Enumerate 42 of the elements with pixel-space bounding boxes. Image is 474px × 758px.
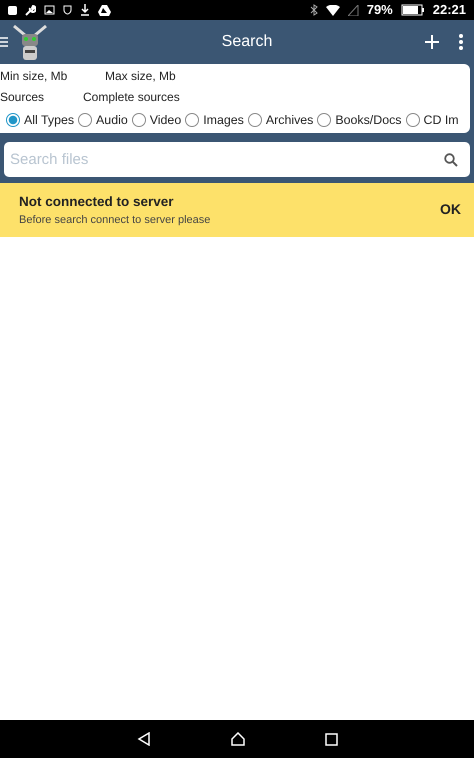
type-label[interactable]: CD Im <box>424 111 459 130</box>
drive-icon <box>98 4 111 16</box>
radio-button[interactable] <box>132 113 146 128</box>
search-field[interactable]: Search files <box>4 142 470 177</box>
shield-icon <box>63 5 72 15</box>
recents-button[interactable] <box>324 732 338 746</box>
battery-percent: 79% <box>366 1 393 20</box>
max-size-label: Max size, Mb <box>105 68 176 85</box>
more-options-button[interactable] <box>458 33 464 51</box>
sources-label: Sources <box>0 89 46 106</box>
radio-button[interactable] <box>317 113 332 128</box>
radio-button[interactable] <box>406 113 420 128</box>
ok-button[interactable]: OK <box>440 199 461 220</box>
notice-title: Not connected to server <box>19 192 175 211</box>
signal-icon <box>348 4 359 16</box>
battery-icon <box>400 4 425 16</box>
clock: 22:21 <box>432 1 466 20</box>
image-icon <box>44 5 55 15</box>
notice-message: Before search connect to server please <box>19 212 212 228</box>
type-label[interactable]: Archives <box>266 111 314 130</box>
complete-sources-label: Complete sources <box>83 89 180 106</box>
robot-logo-icon <box>10 22 50 62</box>
download-icon <box>80 4 90 16</box>
menu-icon[interactable] <box>0 36 8 48</box>
notification-icon <box>8 6 17 14</box>
screen-title: Search <box>220 32 274 52</box>
type-label[interactable]: Books/Docs <box>335 111 402 130</box>
type-label[interactable]: Images <box>203 111 244 130</box>
radio-button[interactable] <box>248 113 262 128</box>
bluetooth-icon <box>310 4 318 16</box>
type-label[interactable]: Video <box>150 111 182 130</box>
back-button[interactable] <box>136 732 150 746</box>
add-button[interactable] <box>424 34 440 50</box>
search-icon[interactable] <box>444 152 458 167</box>
wifi-icon <box>326 4 340 16</box>
radio-button[interactable] <box>78 113 92 128</box>
min-size-label: Min size, Mb <box>0 68 68 85</box>
type-label[interactable]: All Types <box>24 111 74 130</box>
type-label[interactable]: Audio <box>96 111 128 130</box>
radio-button[interactable] <box>6 113 20 128</box>
radio-button[interactable] <box>185 113 200 128</box>
home-button[interactable] <box>230 732 244 746</box>
